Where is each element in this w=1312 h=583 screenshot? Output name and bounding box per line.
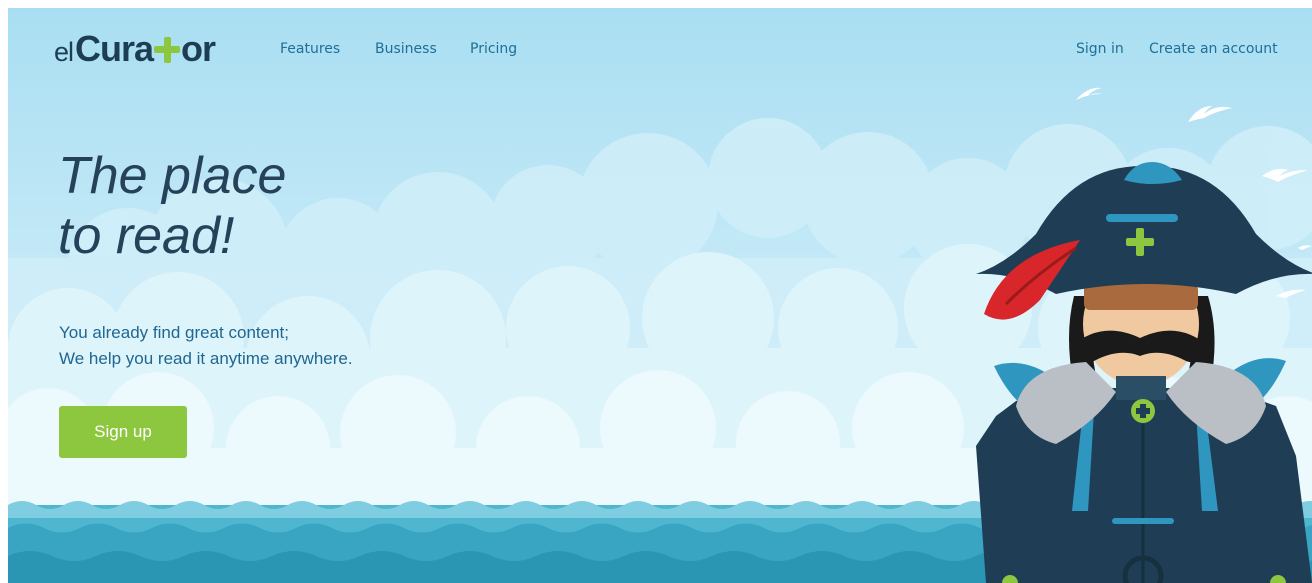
logo-prefix: el [54, 37, 74, 67]
hero-headline-line2: to read! [58, 207, 235, 265]
logo-word-end: or [181, 28, 216, 69]
logo[interactable]: el Cura or [54, 28, 216, 70]
sign-up-button[interactable]: Sign up [59, 406, 187, 458]
hero-subtitle-line1: You already find great content; [59, 323, 289, 342]
nav-pricing-link[interactable]: Pricing [470, 41, 517, 57]
hero-headline-line1: The place [58, 147, 287, 205]
plus-icon [154, 37, 181, 63]
create-account-link[interactable]: Create an account [1149, 41, 1278, 57]
hero-headline: The place to read! [58, 146, 286, 266]
hero-section: el Cura or Features Business Pricing Sig… [8, 8, 1312, 583]
sign-in-link[interactable]: Sign in [1076, 41, 1124, 57]
hero-subtitle: You already find great content; We help … [59, 320, 353, 372]
hero-subtitle-line2: We help you read it anytime anywhere. [59, 349, 353, 368]
pirate-mascot [976, 162, 1312, 583]
nav-features-link[interactable]: Features [280, 41, 340, 57]
browser-top-strip [0, 0, 1312, 8]
logo-word-start: Cura [75, 28, 154, 69]
nav-business-link[interactable]: Business [375, 41, 437, 57]
